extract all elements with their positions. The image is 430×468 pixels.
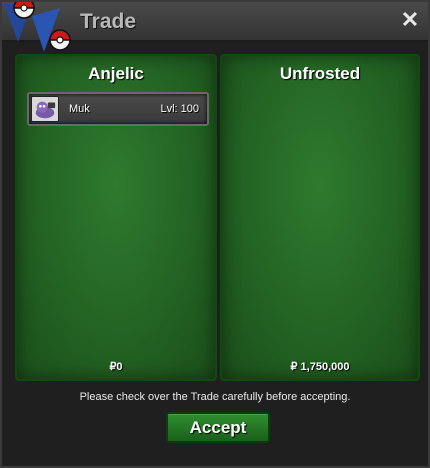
close-icon[interactable]: ✕ xyxy=(398,8,422,32)
muk-pokemon-icon xyxy=(31,96,59,122)
trade-window: Trade ✕ Anjelic Muk Lvl: 100 ₽0 Unfroste… xyxy=(0,0,430,468)
money-left: ₽0 xyxy=(109,361,123,373)
player-name-left: Anjelic xyxy=(88,64,144,83)
money-right: ₽ 1,750,000 xyxy=(290,361,350,373)
my-offer-panel: Anjelic Muk Lvl: 100 ₽0 xyxy=(15,54,217,381)
their-offer-panel: Unfrosted ₽ 1,750,000 xyxy=(220,54,420,381)
window-title: Trade xyxy=(80,10,137,33)
item-name: Muk xyxy=(69,103,90,115)
trade-notice: Please check over the Trade carefully be… xyxy=(79,391,351,403)
item-level: Lvl: 100 xyxy=(160,103,199,115)
trade-item-slot[interactable]: Muk Lvl: 100 xyxy=(27,92,209,126)
accept-button[interactable]: Accept xyxy=(166,412,270,443)
pokeball-logo-icon xyxy=(4,2,71,52)
player-name-right: Unfrosted xyxy=(279,64,361,83)
